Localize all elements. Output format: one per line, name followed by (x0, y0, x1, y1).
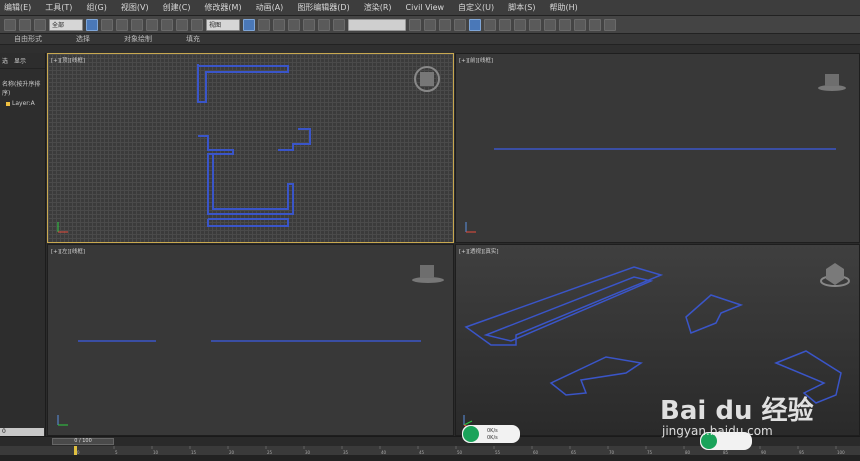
viewport-config-icon[interactable] (604, 18, 616, 31)
main-toolbar: 全部 视图 (0, 16, 860, 34)
select-by-name-icon[interactable] (101, 18, 113, 31)
snap-toggle-icon[interactable] (273, 18, 285, 31)
menu-tools[interactable]: 工具(T) (45, 2, 72, 13)
ribbon-tab-object-paint[interactable]: 对象绘制 (124, 34, 152, 44)
menu-civil-view[interactable]: Civil View (406, 3, 445, 12)
rect-selection-icon[interactable] (116, 18, 128, 31)
bind-space-warp-icon[interactable] (34, 18, 46, 31)
upload-speed: 0K/s (487, 428, 498, 434)
menu-customize[interactable]: 自定义(U) (458, 2, 494, 13)
placement-icon[interactable] (191, 18, 203, 31)
viewport-left[interactable]: [+][左][线框] (47, 244, 454, 436)
render-setup-icon[interactable] (514, 18, 526, 31)
scene-column-header[interactable]: 名称(按升序排序) (0, 69, 45, 99)
baidu-watermark: Bai du 经验 jingyan.baidu.com (660, 372, 860, 442)
menu-help[interactable]: 帮助(H) (549, 2, 577, 13)
spinner-snap-icon[interactable] (318, 18, 330, 31)
align-icon[interactable] (424, 18, 436, 31)
watermark-logo: Bai du 经验 (660, 396, 814, 426)
download-speed: 0K/s (487, 435, 498, 441)
scene-tab-display[interactable]: 显示 (14, 56, 26, 65)
ribbon-tab-selection[interactable]: 选择 (76, 34, 90, 44)
window-crossing-icon[interactable] (131, 18, 143, 31)
viewport-front[interactable]: [+][前][线框] (455, 53, 860, 243)
rotate-icon[interactable] (161, 18, 173, 31)
time-slider[interactable]: 0 / 100 (52, 438, 114, 445)
viewport-top[interactable]: [+][顶][线框] (47, 53, 454, 243)
select-object-icon[interactable] (86, 18, 98, 31)
render-iterative-icon[interactable] (559, 18, 571, 31)
axis-tripod-icon (57, 415, 68, 426)
ribbon-tab-populate[interactable]: 填充 (186, 34, 200, 44)
explorer-selector[interactable]: 0 (0, 428, 44, 436)
menu-create[interactable]: 创建(C) (163, 2, 191, 13)
layer-item[interactable]: Layer:A (0, 99, 45, 108)
menu-group[interactable]: 组(G) (86, 2, 106, 13)
ribbon-tab-freeform[interactable]: 自由形式 (14, 34, 42, 44)
viewcube-icon[interactable] (412, 265, 444, 283)
environment-icon[interactable] (589, 18, 601, 31)
top-view-linework (57, 64, 440, 233)
schematic-view-icon[interactable] (484, 18, 496, 31)
menu-graph-editors[interactable]: 图形编辑器(D) (297, 2, 349, 13)
angle-snap-icon[interactable] (288, 18, 300, 31)
percent-snap-icon[interactable] (303, 18, 315, 31)
edit-named-selection-icon[interactable] (333, 18, 345, 31)
menu-scripting[interactable]: 脚本(S) (508, 2, 535, 13)
toggle-ribbon-icon[interactable] (454, 18, 466, 31)
layer-explorer-icon[interactable] (439, 18, 451, 31)
speed-gauge-icon (463, 426, 479, 442)
mirror-icon[interactable] (409, 18, 421, 31)
render-production-icon[interactable] (544, 18, 556, 31)
unlink-icon[interactable] (19, 18, 31, 31)
watermark-url: jingyan.baidu.com (662, 424, 773, 438)
axis-tripod-icon (465, 222, 476, 233)
menu-rendering[interactable]: 渲染(R) (364, 2, 392, 13)
named-selection-sets-dropdown[interactable] (348, 18, 406, 31)
pivot-center-icon[interactable] (243, 18, 255, 31)
lightbulb-icon[interactable] (6, 101, 10, 106)
link-icon[interactable] (4, 18, 16, 31)
menu-bar: 编辑(E) 工具(T) 组(G) 视图(V) 创建(C) 修改器(M) 动画(A… (0, 0, 860, 16)
scene-explorer: 选 显示 名称(按升序排序) Layer:A 0 (0, 53, 46, 436)
selection-filter-dropdown[interactable]: 全部 (49, 18, 83, 31)
axis-tripod-icon (57, 222, 68, 233)
rendered-frame-window-icon[interactable] (529, 18, 541, 31)
viewcube-icon[interactable] (820, 263, 850, 287)
move-icon[interactable] (146, 18, 158, 31)
select-manipulate-icon[interactable] (258, 18, 270, 31)
layer-name: Layer:A (12, 100, 35, 107)
left-view-linework (57, 265, 444, 426)
network-speed-overlay[interactable]: 0K/s 0K/s (462, 425, 520, 443)
status-bar (0, 455, 860, 461)
viewcube-icon[interactable] (818, 74, 846, 91)
scale-icon[interactable] (176, 18, 188, 31)
ribbon-tabs: 自由形式 选择 对象绘制 填充 (0, 34, 860, 45)
scene-tab-select[interactable]: 选 (2, 56, 8, 65)
menu-animation[interactable]: 动画(A) (256, 2, 284, 13)
front-view-linework (465, 74, 846, 233)
menu-view[interactable]: 视图(V) (121, 2, 149, 13)
menu-modifiers[interactable]: 修改器(M) (204, 2, 241, 13)
menu-edit[interactable]: 编辑(E) (4, 2, 31, 13)
command-strip (0, 45, 860, 53)
reference-coordinate-dropdown[interactable]: 视图 (206, 18, 240, 31)
curve-editor-icon[interactable] (469, 18, 481, 31)
material-editor-icon[interactable] (499, 18, 511, 31)
render-teapot-icon[interactable] (574, 18, 586, 31)
